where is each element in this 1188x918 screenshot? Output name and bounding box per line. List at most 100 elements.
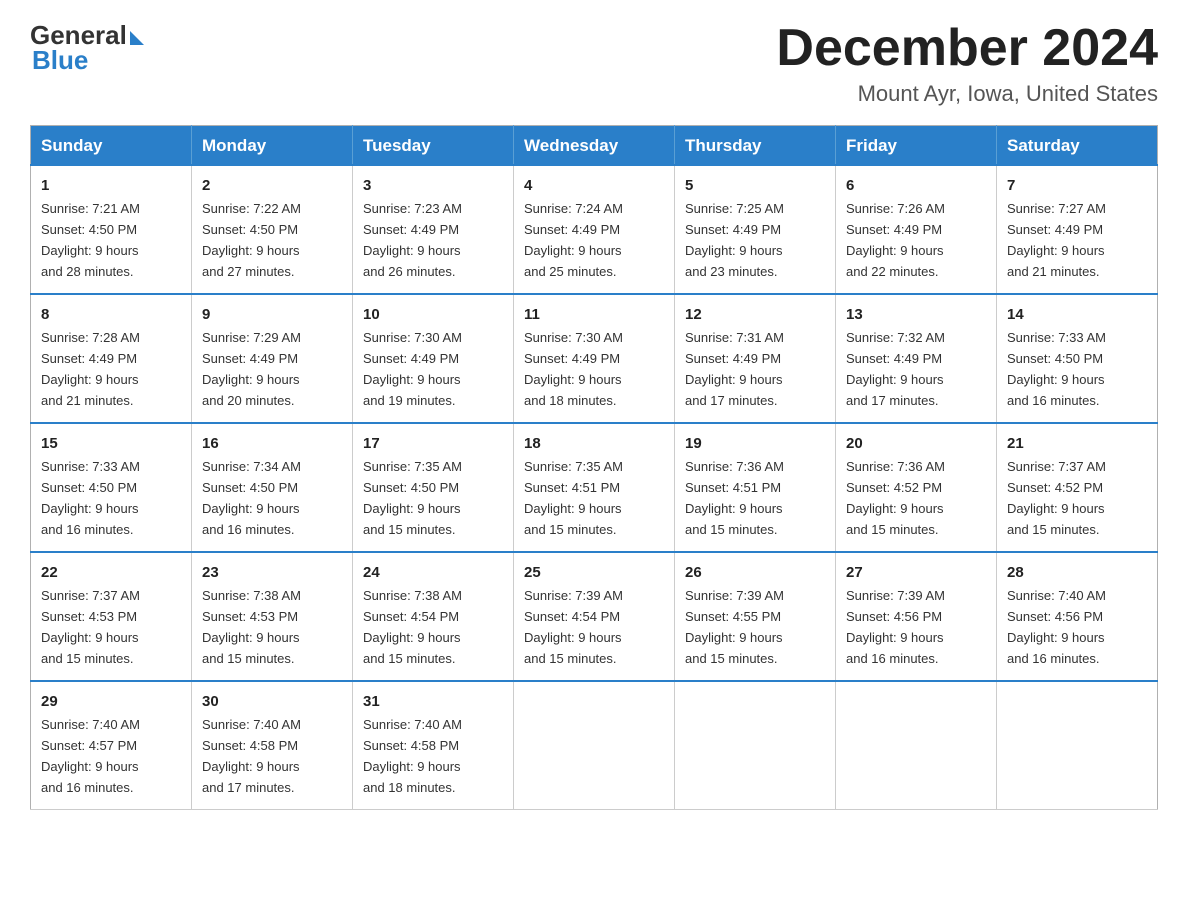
calendar-day-cell: 7 Sunrise: 7:27 AMSunset: 4:49 PMDaylight…	[997, 165, 1158, 294]
day-number: 28	[1007, 561, 1147, 584]
calendar-day-cell	[836, 681, 997, 809]
calendar-week-row: 29 Sunrise: 7:40 AMSunset: 4:57 PMDayligh…	[31, 681, 1158, 809]
day-number: 12	[685, 303, 825, 326]
calendar-day-cell: 22 Sunrise: 7:37 AMSunset: 4:53 PMDayligh…	[31, 552, 192, 681]
day-number: 19	[685, 432, 825, 455]
calendar-day-cell: 11 Sunrise: 7:30 AMSunset: 4:49 PMDayligh…	[514, 294, 675, 423]
calendar-header-row: SundayMondayTuesdayWednesdayThursdayFrid…	[31, 126, 1158, 166]
day-number: 29	[41, 690, 181, 713]
day-info: Sunrise: 7:38 AMSunset: 4:54 PMDaylight:…	[363, 588, 462, 666]
day-number: 9	[202, 303, 342, 326]
calendar-day-cell: 12 Sunrise: 7:31 AMSunset: 4:49 PMDayligh…	[675, 294, 836, 423]
day-number: 27	[846, 561, 986, 584]
calendar-day-cell: 2 Sunrise: 7:22 AMSunset: 4:50 PMDaylight…	[192, 165, 353, 294]
day-number: 13	[846, 303, 986, 326]
calendar-day-cell: 9 Sunrise: 7:29 AMSunset: 4:49 PMDaylight…	[192, 294, 353, 423]
day-number: 30	[202, 690, 342, 713]
calendar-day-cell: 3Sunrise: 7:23 AMSunset: 4:49 PMDaylight…	[353, 165, 514, 294]
logo: General Blue	[30, 20, 144, 76]
day-info: Sunrise: 7:40 AMSunset: 4:58 PMDaylight:…	[202, 717, 301, 795]
day-info: Sunrise: 7:35 AMSunset: 4:50 PMDaylight:…	[363, 459, 462, 537]
calendar-header-sunday: Sunday	[31, 126, 192, 166]
day-number: 20	[846, 432, 986, 455]
day-info: Sunrise: 7:35 AMSunset: 4:51 PMDaylight:…	[524, 459, 623, 537]
calendar-day-cell: 8 Sunrise: 7:28 AMSunset: 4:49 PMDaylight…	[31, 294, 192, 423]
calendar-subtitle: Mount Ayr, Iowa, United States	[776, 81, 1158, 107]
calendar-title: December 2024	[776, 20, 1158, 77]
day-info: Sunrise: 7:36 AMSunset: 4:51 PMDaylight:…	[685, 459, 784, 537]
calendar-day-cell: 17Sunrise: 7:35 AMSunset: 4:50 PMDayligh…	[353, 423, 514, 552]
calendar-header-wednesday: Wednesday	[514, 126, 675, 166]
calendar-header-friday: Friday	[836, 126, 997, 166]
calendar-day-cell: 14 Sunrise: 7:33 AMSunset: 4:50 PMDayligh…	[997, 294, 1158, 423]
day-info: Sunrise: 7:37 AMSunset: 4:52 PMDaylight:…	[1007, 459, 1106, 537]
day-info: Sunrise: 7:28 AMSunset: 4:49 PMDaylight:…	[41, 330, 140, 408]
day-info: Sunrise: 7:27 AMSunset: 4:49 PMDaylight:…	[1007, 201, 1106, 279]
day-number: 31	[363, 690, 503, 713]
day-number: 25	[524, 561, 664, 584]
day-info: Sunrise: 7:39 AMSunset: 4:55 PMDaylight:…	[685, 588, 784, 666]
calendar-day-cell: 24 Sunrise: 7:38 AMSunset: 4:54 PMDayligh…	[353, 552, 514, 681]
calendar-day-cell: 31Sunrise: 7:40 AMSunset: 4:58 PMDayligh…	[353, 681, 514, 809]
calendar-header-monday: Monday	[192, 126, 353, 166]
calendar-day-cell: 27 Sunrise: 7:39 AMSunset: 4:56 PMDayligh…	[836, 552, 997, 681]
calendar-table: SundayMondayTuesdayWednesdayThursdayFrid…	[30, 125, 1158, 810]
calendar-day-cell	[675, 681, 836, 809]
day-info: Sunrise: 7:40 AMSunset: 4:56 PMDaylight:…	[1007, 588, 1106, 666]
calendar-day-cell: 25 Sunrise: 7:39 AMSunset: 4:54 PMDayligh…	[514, 552, 675, 681]
logo-blue-text: Blue	[30, 45, 88, 76]
day-number: 22	[41, 561, 181, 584]
day-info: Sunrise: 7:39 AMSunset: 4:54 PMDaylight:…	[524, 588, 623, 666]
day-info: Sunrise: 7:26 AMSunset: 4:49 PMDaylight:…	[846, 201, 945, 279]
day-info: Sunrise: 7:40 AMSunset: 4:57 PMDaylight:…	[41, 717, 140, 795]
day-number: 7	[1007, 174, 1147, 197]
calendar-day-cell: 23 Sunrise: 7:38 AMSunset: 4:53 PMDayligh…	[192, 552, 353, 681]
calendar-day-cell: 6 Sunrise: 7:26 AMSunset: 4:49 PMDaylight…	[836, 165, 997, 294]
calendar-week-row: 1 Sunrise: 7:21 AMSunset: 4:50 PMDaylight…	[31, 165, 1158, 294]
day-info: Sunrise: 7:25 AMSunset: 4:49 PMDaylight:…	[685, 201, 784, 279]
day-number: 14	[1007, 303, 1147, 326]
day-info: Sunrise: 7:37 AMSunset: 4:53 PMDaylight:…	[41, 588, 140, 666]
calendar-header-tuesday: Tuesday	[353, 126, 514, 166]
day-number: 1	[41, 174, 181, 197]
day-number: 4	[524, 174, 664, 197]
day-info: Sunrise: 7:29 AMSunset: 4:49 PMDaylight:…	[202, 330, 301, 408]
day-number: 15	[41, 432, 181, 455]
calendar-day-cell: 16Sunrise: 7:34 AMSunset: 4:50 PMDayligh…	[192, 423, 353, 552]
day-info: Sunrise: 7:30 AMSunset: 4:49 PMDaylight:…	[524, 330, 623, 408]
day-info: Sunrise: 7:32 AMSunset: 4:49 PMDaylight:…	[846, 330, 945, 408]
day-number: 18	[524, 432, 664, 455]
day-info: Sunrise: 7:21 AMSunset: 4:50 PMDaylight:…	[41, 201, 140, 279]
calendar-header-thursday: Thursday	[675, 126, 836, 166]
day-info: Sunrise: 7:33 AMSunset: 4:50 PMDaylight:…	[1007, 330, 1106, 408]
calendar-day-cell: 15 Sunrise: 7:33 AMSunset: 4:50 PMDayligh…	[31, 423, 192, 552]
day-number: 24	[363, 561, 503, 584]
calendar-day-cell: 4Sunrise: 7:24 AMSunset: 4:49 PMDaylight…	[514, 165, 675, 294]
day-info: Sunrise: 7:30 AMSunset: 4:49 PMDaylight:…	[363, 330, 462, 408]
day-number: 2	[202, 174, 342, 197]
calendar-day-cell: 30 Sunrise: 7:40 AMSunset: 4:58 PMDayligh…	[192, 681, 353, 809]
calendar-day-cell: 13 Sunrise: 7:32 AMSunset: 4:49 PMDayligh…	[836, 294, 997, 423]
day-info: Sunrise: 7:22 AMSunset: 4:50 PMDaylight:…	[202, 201, 301, 279]
day-number: 11	[524, 303, 664, 326]
day-number: 6	[846, 174, 986, 197]
calendar-day-cell: 28 Sunrise: 7:40 AMSunset: 4:56 PMDayligh…	[997, 552, 1158, 681]
calendar-day-cell: 29 Sunrise: 7:40 AMSunset: 4:57 PMDayligh…	[31, 681, 192, 809]
calendar-header-saturday: Saturday	[997, 126, 1158, 166]
day-info: Sunrise: 7:36 AMSunset: 4:52 PMDaylight:…	[846, 459, 945, 537]
calendar-day-cell: 5Sunrise: 7:25 AMSunset: 4:49 PMDaylight…	[675, 165, 836, 294]
day-info: Sunrise: 7:31 AMSunset: 4:49 PMDaylight:…	[685, 330, 784, 408]
day-number: 23	[202, 561, 342, 584]
calendar-day-cell: 18 Sunrise: 7:35 AMSunset: 4:51 PMDayligh…	[514, 423, 675, 552]
calendar-week-row: 15 Sunrise: 7:33 AMSunset: 4:50 PMDayligh…	[31, 423, 1158, 552]
day-info: Sunrise: 7:33 AMSunset: 4:50 PMDaylight:…	[41, 459, 140, 537]
day-number: 26	[685, 561, 825, 584]
day-info: Sunrise: 7:39 AMSunset: 4:56 PMDaylight:…	[846, 588, 945, 666]
day-number: 8	[41, 303, 181, 326]
day-info: Sunrise: 7:23 AMSunset: 4:49 PMDaylight:…	[363, 201, 462, 279]
calendar-week-row: 8 Sunrise: 7:28 AMSunset: 4:49 PMDaylight…	[31, 294, 1158, 423]
calendar-day-cell: 26 Sunrise: 7:39 AMSunset: 4:55 PMDayligh…	[675, 552, 836, 681]
day-info: Sunrise: 7:38 AMSunset: 4:53 PMDaylight:…	[202, 588, 301, 666]
calendar-day-cell: 19 Sunrise: 7:36 AMSunset: 4:51 PMDayligh…	[675, 423, 836, 552]
calendar-day-cell: 20 Sunrise: 7:36 AMSunset: 4:52 PMDayligh…	[836, 423, 997, 552]
